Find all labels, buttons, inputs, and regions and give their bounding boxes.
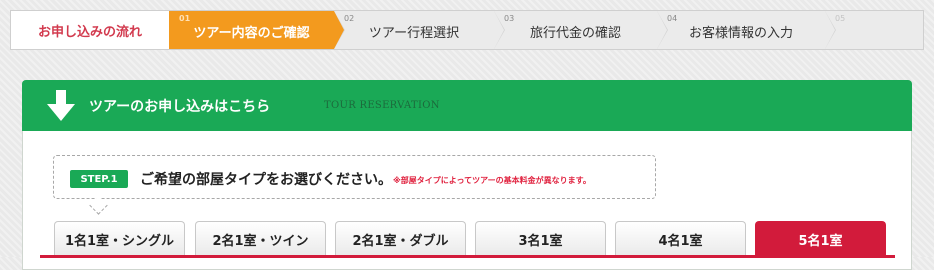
reservation-progress-bar: お申し込みの流れ 01 ツアー内容のご確認 02 ツアー行程選択 03 旅行代金…	[10, 10, 924, 50]
step-arrow-icon	[334, 11, 344, 49]
panel-header: ツアーのお申し込みはこちら TOUR RESERVATION	[22, 80, 912, 131]
step1-callout: STEP.1 ご希望の部屋タイプをお選びください。 ※部屋タイプによってツアーの…	[53, 155, 656, 215]
tab-room-twin[interactable]: 2名1室・ツイン	[195, 221, 326, 257]
progress-step-5: 05	[825, 11, 923, 49]
tab-room-5-persons[interactable]: 5名1室	[755, 221, 886, 257]
step-arrow-icon	[657, 11, 667, 49]
progress-step-4: 04 お客様情報の入力	[657, 11, 836, 49]
progress-step-2: 02 ツアー行程選択	[334, 11, 505, 49]
panel-title: ツアーのお申し込みはこちら	[89, 99, 271, 115]
progress-step-3: 03 旅行代金の確認	[494, 11, 668, 49]
flow-title: お申し込みの流れ	[11, 11, 170, 49]
step-label: お客様情報の入力	[688, 26, 793, 41]
step-label: ツアー内容のご確認	[193, 26, 310, 41]
tab-room-single[interactable]: 1名1室・シングル	[54, 221, 185, 257]
callout-tail	[89, 196, 108, 215]
down-arrow-icon	[47, 90, 75, 121]
callout-heading: ご希望の部屋タイプをお選びください。	[140, 172, 392, 188]
tab-room-4-persons[interactable]: 4名1室	[615, 221, 746, 257]
step-label: ツアー行程選択	[368, 26, 460, 41]
progress-step-1: 01 ツアー内容のご確認	[169, 11, 345, 49]
step-arrow-icon	[494, 11, 504, 49]
tab-room-3-persons[interactable]: 3名1室	[475, 221, 606, 257]
panel-subtitle: TOUR RESERVATION	[324, 100, 440, 111]
tab-room-double[interactable]: 2名1室・ダブル	[335, 221, 466, 257]
step-number: 05	[835, 14, 846, 23]
step-arrow-icon	[825, 11, 835, 49]
step-badge: STEP.1	[70, 170, 128, 188]
callout-note: ※部屋タイプによってツアーの基本料金が異なります。	[393, 176, 591, 185]
reservation-panel: ツアーのお申し込みはこちら TOUR RESERVATION STEP.1 ご希…	[22, 80, 912, 270]
step-label: 旅行代金の確認	[529, 26, 621, 41]
